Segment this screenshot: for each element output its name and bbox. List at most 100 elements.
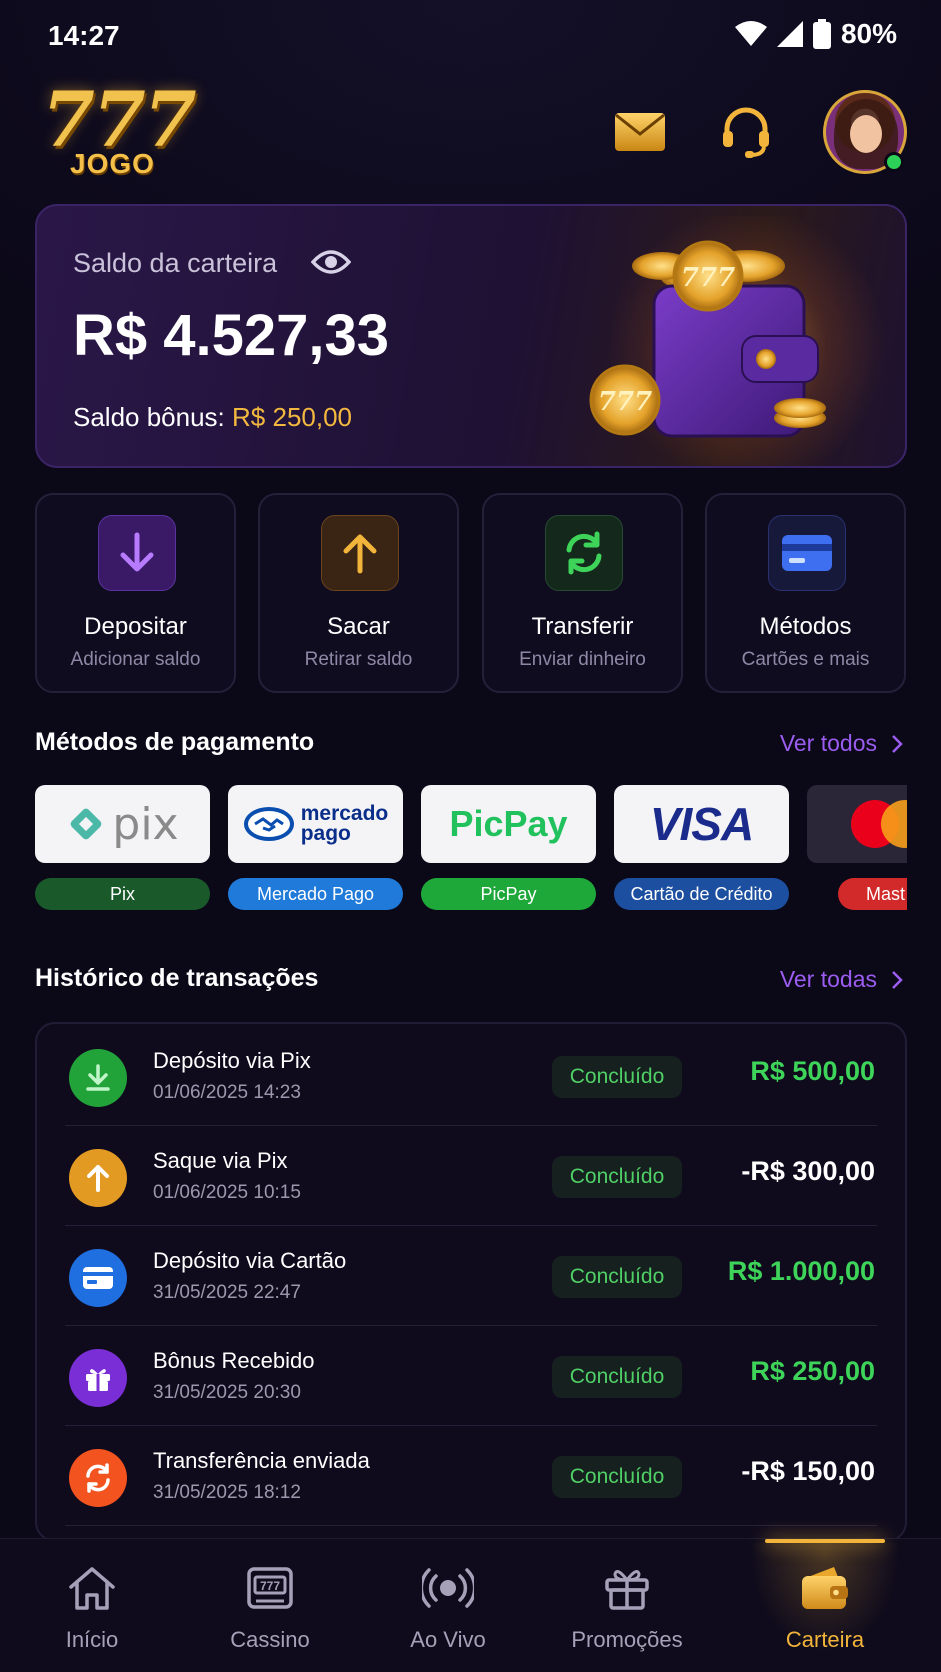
online-indicator <box>884 152 904 172</box>
transaction-row[interactable]: Bônus Recebido 31/05/2025 20:30 Concluíd… <box>37 1326 905 1426</box>
chevron-right-icon <box>892 734 903 753</box>
status-icons: 80% <box>734 18 897 50</box>
pix-logo-text: pix <box>112 798 179 850</box>
transactions-list: Depósito via Pix 01/06/2025 14:23 Conclu… <box>35 1022 907 1542</box>
eye-icon[interactable] <box>311 248 351 276</box>
mastercard-card[interactable] <box>807 785 907 863</box>
payment-label-mercado-pago: Mercado Pago <box>228 878 403 910</box>
arrow-down-icon <box>98 515 176 591</box>
nav-label: Início <box>65 1627 119 1652</box>
transaction-date: 01/06/2025 14:23 <box>153 1082 301 1103</box>
see-all-transactions-link[interactable]: Ver todas <box>780 966 903 993</box>
mercado-pago-card[interactable]: mercado pago <box>228 785 403 863</box>
chevron-right-icon <box>892 970 903 989</box>
see-all-label: Ver todos <box>779 730 877 756</box>
avatar-face <box>850 115 882 153</box>
mercado-pago-logo: mercado pago <box>300 802 389 845</box>
nav-live[interactable]: Ao Vivo <box>368 1539 528 1672</box>
pix-logo-icon <box>71 808 102 840</box>
bottom-nav: Início 777 Cassino Ao Vivo Promoções Car… <box>0 1538 941 1672</box>
transaction-name: Transferência enviada <box>153 1448 370 1473</box>
bonus-amount: R$ 250,00 <box>232 402 353 432</box>
wallet-icon <box>797 1563 853 1613</box>
bonus-label: Saldo bônus: <box>73 402 225 432</box>
refresh-icon <box>69 1449 127 1507</box>
gift-icon <box>69 1349 127 1407</box>
status-badge: Concluído <box>552 1456 682 1498</box>
slot-machine-icon: 777 <box>242 1563 298 1613</box>
logo-number: 777 <box>42 75 197 164</box>
balance-amount: R$ 4.527,33 <box>73 303 390 368</box>
mail-button[interactable] <box>608 100 672 164</box>
headset-icon <box>723 107 769 158</box>
picpay-logo: PicPay <box>449 803 568 844</box>
download-icon <box>69 1049 127 1107</box>
transaction-row[interactable]: Depósito via Cartão 31/05/2025 22:47 Con… <box>37 1226 905 1326</box>
arrow-up-icon <box>69 1149 127 1207</box>
transfer-button[interactable]: Transferir Enviar dinheiro <box>482 493 683 693</box>
status-badge: Concluído <box>552 1256 682 1298</box>
home-icon <box>64 1563 120 1613</box>
status-time: 14:27 <box>48 20 120 51</box>
logo-text: JOGO <box>70 148 155 179</box>
nav-promotions[interactable]: Promoções <box>547 1539 707 1672</box>
support-button[interactable] <box>714 100 778 164</box>
action-title: Métodos <box>759 613 852 640</box>
picpay-card[interactable]: PicPay <box>421 785 596 863</box>
nav-home[interactable]: Início <box>12 1539 172 1672</box>
nav-label: Ao Vivo <box>410 1627 486 1652</box>
gift-icon <box>599 1563 655 1613</box>
action-subtitle: Retirar saldo <box>304 649 413 670</box>
battery-percent: 80% <box>840 18 897 49</box>
transaction-name: Saque via Pix <box>153 1148 288 1173</box>
mercado-pago-logo-line1: mercado <box>300 802 389 825</box>
transaction-name: Depósito via Cartão <box>153 1248 347 1273</box>
arrow-up-icon <box>321 515 399 591</box>
transaction-amount: -R$ 300,00 <box>741 1156 875 1186</box>
transaction-amount: -R$ 150,00 <box>741 1456 875 1486</box>
handshake-icon <box>243 807 294 841</box>
see-all-label: Ver todas <box>779 966 877 992</box>
balance-card: Saldo da carteira R$ 4.527,33 Saldo bônu… <box>35 204 907 468</box>
transaction-row[interactable]: Depósito via Pix 01/06/2025 14:23 Conclu… <box>37 1026 905 1126</box>
withdraw-button[interactable]: Sacar Retirar saldo <box>258 493 459 693</box>
transaction-row[interactable]: Transferência enviada 31/05/2025 18:12 C… <box>37 1426 905 1526</box>
status-bar: 14:27 80% <box>0 0 941 72</box>
see-all-methods-link[interactable]: Ver todos <box>780 730 903 757</box>
nav-label: Promoções <box>571 1627 683 1652</box>
mercado-pago-logo-line2: pago <box>300 822 351 845</box>
transaction-name: Bônus Recebido <box>153 1348 315 1373</box>
balance-label: Saldo da carteira <box>73 248 278 278</box>
nav-label: Cassino <box>230 1627 310 1652</box>
transactions-title: Histórico de transações <box>35 964 319 992</box>
visa-card[interactable]: VISA <box>614 785 789 863</box>
nav-casino[interactable]: 777 Cassino <box>190 1539 350 1672</box>
transaction-date: 01/06/2025 10:15 <box>153 1182 301 1203</box>
action-title: Depositar <box>84 613 187 640</box>
divider <box>65 1525 877 1526</box>
action-subtitle: Adicionar saldo <box>70 649 201 670</box>
action-subtitle: Enviar dinheiro <box>519 649 646 670</box>
pix-card[interactable]: pix <box>35 785 210 863</box>
svg-text:777: 777 <box>260 1579 280 1593</box>
visa-logo: VISA <box>649 798 754 850</box>
wifi-icon <box>734 21 767 46</box>
logo[interactable]: 777 JOGO <box>42 75 202 180</box>
deposit-button[interactable]: Depositar Adicionar saldo <box>35 493 236 693</box>
transaction-amount: R$ 500,00 <box>750 1056 875 1086</box>
wallet-screen: 14:27 80% 777 JOGO Saldo da carteira R$ … <box>0 0 941 1672</box>
transaction-amount: R$ 1.000,00 <box>727 1256 875 1286</box>
mastercard-logo-icon <box>851 800 907 848</box>
bonus-balance: Saldo bônus: R$ 250,00 <box>73 402 352 433</box>
payment-label-credit-card: Cartão de Crédito <box>614 878 789 910</box>
transaction-amount: R$ 250,00 <box>750 1356 875 1386</box>
payment-methods-title: Métodos de pagamento <box>35 728 315 756</box>
payment-label-picpay: PicPay <box>421 878 596 910</box>
nav-wallet[interactable]: Carteira <box>745 1539 905 1672</box>
transaction-date: 31/05/2025 18:12 <box>153 1482 301 1503</box>
signal-icon <box>776 21 803 47</box>
payment-label-mastercard: Mast <box>838 878 907 910</box>
transaction-row[interactable]: Saque via Pix 01/06/2025 10:15 Concluído… <box>37 1126 905 1226</box>
refresh-icon <box>545 515 623 591</box>
methods-button[interactable]: Métodos Cartões e mais <box>705 493 906 693</box>
